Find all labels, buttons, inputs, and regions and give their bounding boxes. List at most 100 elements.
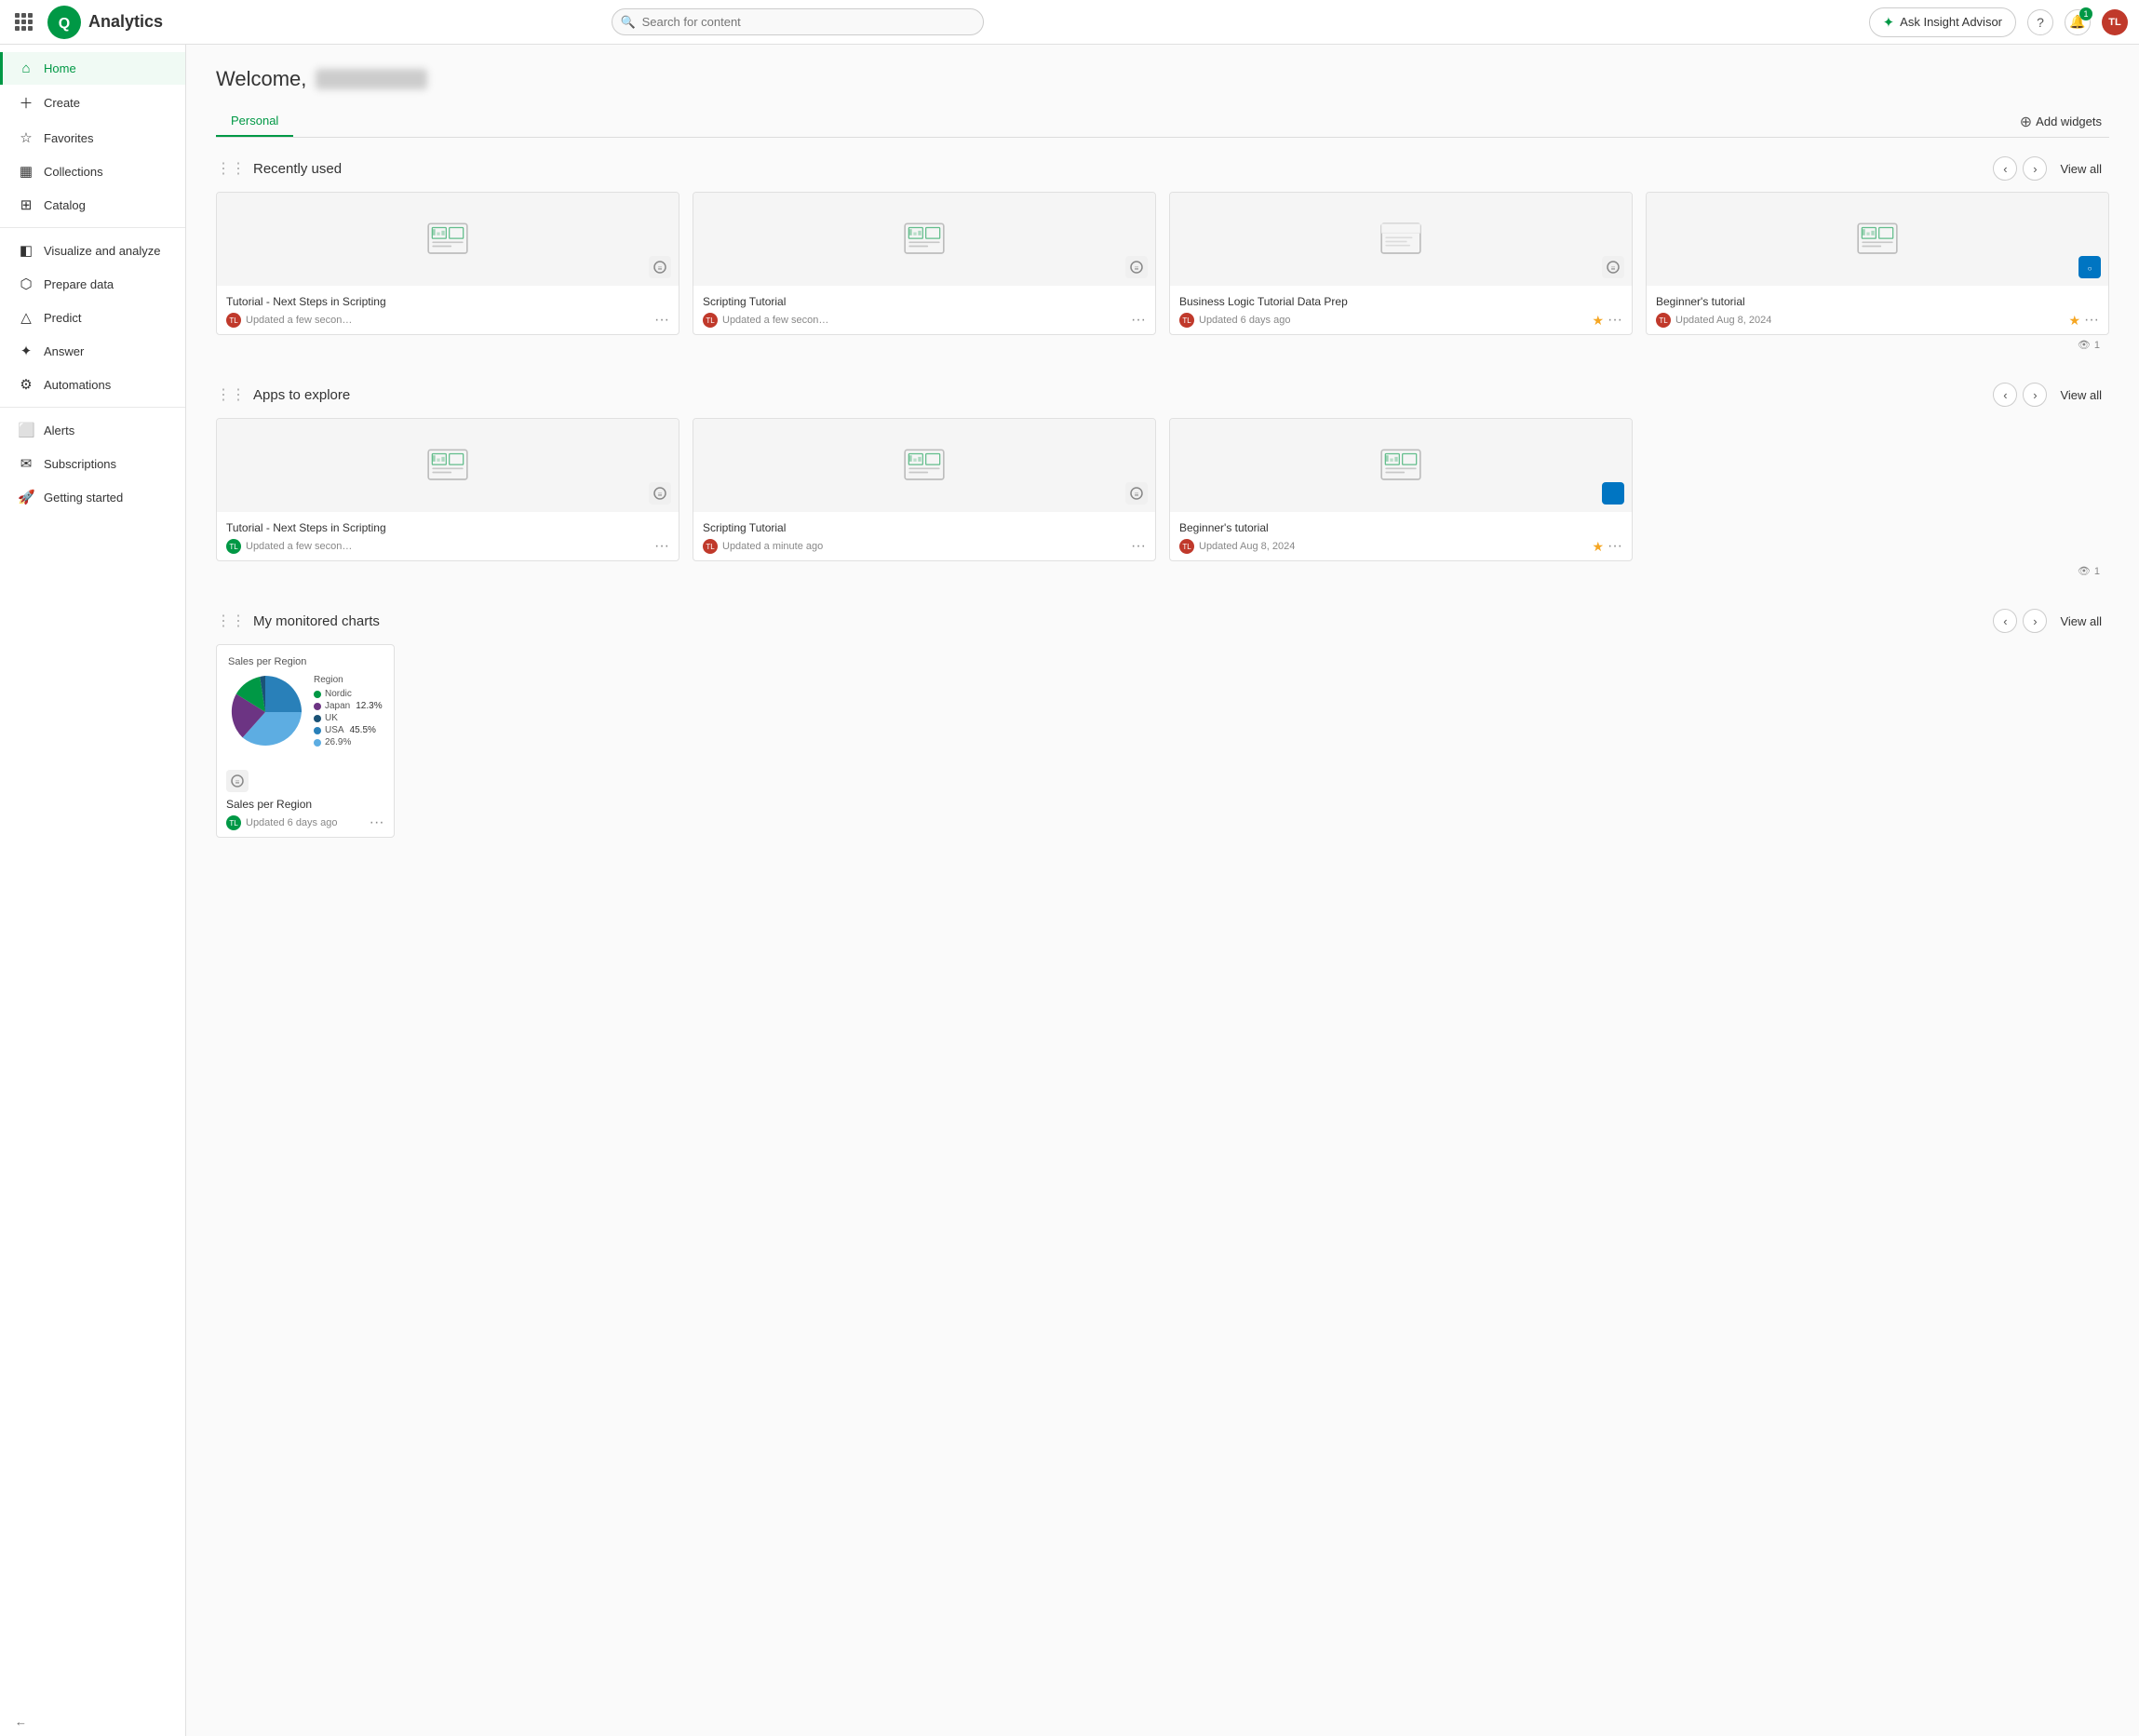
apps-explore-prev-button[interactable]: ‹ bbox=[1993, 383, 2017, 407]
svg-text:≡: ≡ bbox=[658, 491, 663, 499]
recently-used-card-3[interactable]: ≡ Business Logic Tutorial Data Prep TL U… bbox=[1169, 192, 1633, 335]
user-name-blurred bbox=[316, 69, 427, 89]
sidebar-item-catalog[interactable]: ⊞ Catalog bbox=[0, 188, 185, 222]
drag-handle-icon[interactable]: ⋮⋮ bbox=[216, 159, 246, 178]
recently-used-cards: ≡ Tutorial - Next Steps in Scripting TL … bbox=[216, 192, 2109, 335]
card-meta-left-2: TL Updated a few seconds ago bbox=[703, 313, 834, 328]
insight-advisor-button[interactable]: ✦ Ask Insight Advisor bbox=[1869, 7, 2016, 37]
explore-card-2[interactable]: ≡ Scripting Tutorial TL Updated a minute… bbox=[693, 418, 1156, 561]
explore-meta-1: TL Updated a few seconds ago ··· bbox=[226, 538, 669, 555]
views-count: 1 bbox=[2094, 340, 2100, 351]
card-more-2[interactable]: ··· bbox=[1131, 312, 1146, 329]
apps-explore-next-button[interactable]: › bbox=[2023, 383, 2047, 407]
explore-meta-2: TL Updated a minute ago ··· bbox=[703, 538, 1146, 555]
card-preview-2: ≡ bbox=[693, 193, 1155, 286]
card-star-4[interactable]: ★ bbox=[2068, 313, 2080, 329]
uk-dot bbox=[314, 715, 321, 722]
sidebar-item-alerts[interactable]: ⬜ Alerts bbox=[0, 413, 185, 447]
sidebar-item-collections[interactable]: ▦ Collections bbox=[0, 155, 185, 188]
explore-card-1[interactable]: ≡ Tutorial - Next Steps in Scripting TL … bbox=[216, 418, 679, 561]
apps-grid-icon[interactable] bbox=[11, 9, 36, 34]
avatar[interactable]: TL bbox=[2102, 9, 2128, 35]
sidebar-item-predict[interactable]: △ Predict bbox=[0, 301, 185, 334]
chart-card-meta: TL Updated 6 days ago ··· bbox=[226, 814, 384, 831]
recently-used-prev-button[interactable]: ‹ bbox=[1993, 156, 2017, 181]
drag-handle-icon-2[interactable]: ⋮⋮ bbox=[216, 385, 246, 404]
notifications-button[interactable]: 🔔 1 bbox=[2065, 9, 2091, 35]
card-more-3[interactable]: ··· bbox=[1608, 312, 1622, 329]
sidebar-item-prepare[interactable]: ⬡ Prepare data bbox=[0, 267, 185, 301]
explore-more-3[interactable]: ··· bbox=[1608, 538, 1622, 555]
sidebar-item-favorites[interactable]: ☆ Favorites bbox=[0, 121, 185, 155]
card-actions-2: ··· bbox=[1131, 312, 1146, 329]
explore-type-icon-3 bbox=[1602, 482, 1624, 505]
sidebar-divider-1 bbox=[0, 227, 185, 228]
monitored-chart-card-1[interactable]: Sales per Region bbox=[216, 644, 395, 838]
explore-more-2[interactable]: ··· bbox=[1131, 538, 1146, 555]
search-input[interactable] bbox=[612, 8, 984, 35]
recently-used-card-4[interactable]: ○ Beginner's tutorial TL Updated Aug 8, … bbox=[1646, 192, 2109, 335]
explore-more-1[interactable]: ··· bbox=[654, 538, 669, 555]
apps-to-explore-header: ⋮⋮ Apps to explore ‹ › View all bbox=[216, 383, 2109, 407]
monitored-prev-button[interactable]: ‹ bbox=[1993, 609, 2017, 633]
sidebar-item-home[interactable]: ⌂ Home bbox=[0, 52, 185, 85]
sidebar-collapse-button[interactable]: ← bbox=[0, 1707, 185, 1736]
apps-explore-view-all[interactable]: View all bbox=[2052, 384, 2109, 406]
card-star-3[interactable]: ★ bbox=[1592, 313, 1604, 329]
qlik-logo-svg: Q bbox=[47, 6, 81, 39]
explore-card-3[interactable]: Beginner's tutorial TL Updated Aug 8, 20… bbox=[1169, 418, 1633, 561]
sidebar-item-create[interactable]: ＋ Create bbox=[0, 85, 185, 121]
sidebar-label-getting-started: Getting started bbox=[44, 491, 123, 505]
card-preview-3: ≡ bbox=[1170, 193, 1632, 286]
explore-avatar-1: TL bbox=[226, 539, 241, 554]
explore-card-preview-1: ≡ bbox=[217, 419, 679, 512]
sidebar-item-automations[interactable]: ⚙ Automations bbox=[0, 368, 185, 401]
explore-title-1: Tutorial - Next Steps in Scripting bbox=[226, 521, 669, 534]
tab-personal[interactable]: Personal bbox=[216, 106, 293, 137]
legend-uk: UK bbox=[314, 713, 383, 723]
answer-icon: ✦ bbox=[18, 343, 34, 359]
card-avatar-1: TL bbox=[226, 313, 241, 328]
explore-type-icon-2: ≡ bbox=[1125, 482, 1148, 505]
app-preview-icon-4 bbox=[1854, 216, 1901, 262]
card-type-icon-1: ≡ bbox=[649, 256, 671, 278]
explore-type-icon-1: ≡ bbox=[649, 482, 671, 505]
card-footer-2: Scripting Tutorial TL Updated a few seco… bbox=[693, 286, 1155, 334]
explore-preview-icon-1 bbox=[424, 442, 471, 489]
monitored-view-all[interactable]: View all bbox=[2052, 611, 2109, 632]
legend-nordic: Nordic bbox=[314, 689, 383, 699]
card-more-4[interactable]: ··· bbox=[2084, 312, 2099, 329]
add-widgets-button[interactable]: ⊕ Add widgets bbox=[2012, 109, 2109, 135]
drag-handle-icon-3[interactable]: ⋮⋮ bbox=[216, 612, 246, 630]
recently-used-card-1[interactable]: ≡ Tutorial - Next Steps in Scripting TL … bbox=[216, 192, 679, 335]
insight-advisor-label: Ask Insight Advisor bbox=[1900, 15, 2002, 29]
card-type-icon-4: ○ bbox=[2078, 256, 2101, 278]
sidebar-item-getting-started[interactable]: 🚀 Getting started bbox=[0, 480, 185, 514]
card-actions-3: ★ ··· bbox=[1592, 312, 1622, 329]
visualize-icon: ◧ bbox=[18, 242, 34, 259]
sidebar-label-predict: Predict bbox=[44, 311, 81, 325]
logo[interactable]: Q Analytics bbox=[47, 6, 163, 39]
card-meta-3: TL Updated 6 days ago ★ ··· bbox=[1179, 312, 1622, 329]
help-button[interactable]: ? bbox=[2027, 9, 2053, 35]
sidebar-item-answer[interactable]: ✦ Answer bbox=[0, 334, 185, 368]
recently-used-header: ⋮⋮ Recently used ‹ › View all bbox=[216, 156, 2109, 181]
recently-used-view-all[interactable]: View all bbox=[2052, 158, 2109, 180]
prepare-icon: ⬡ bbox=[18, 276, 34, 292]
svg-text:○: ○ bbox=[2088, 264, 2092, 273]
sidebar-item-subscriptions[interactable]: ✉ Subscriptions bbox=[0, 447, 185, 480]
sidebar: ⌂ Home ＋ Create ☆ Favorites ▦ Collection… bbox=[0, 45, 186, 1736]
sidebar-item-visualize[interactable]: ◧ Visualize and analyze bbox=[0, 234, 185, 267]
monitored-next-button[interactable]: › bbox=[2023, 609, 2047, 633]
chart-card-meta-left: TL Updated 6 days ago bbox=[226, 815, 337, 830]
explore-card-preview-2: ≡ bbox=[693, 419, 1155, 512]
recently-used-nav: ‹ › View all bbox=[1993, 156, 2109, 181]
card-updated-2: Updated a few seconds ago bbox=[722, 315, 834, 326]
recently-used-card-2[interactable]: ≡ Scripting Tutorial TL Updated a few se… bbox=[693, 192, 1156, 335]
chart-card-more[interactable]: ··· bbox=[370, 814, 384, 831]
recently-used-next-button[interactable]: › bbox=[2023, 156, 2047, 181]
pie-chart-wrap: Region Nordic Japan 12.3% bbox=[228, 675, 383, 749]
explore-star-3[interactable]: ★ bbox=[1592, 539, 1604, 555]
card-avatar-3: TL bbox=[1179, 313, 1194, 328]
card-more-1[interactable]: ··· bbox=[654, 312, 669, 329]
